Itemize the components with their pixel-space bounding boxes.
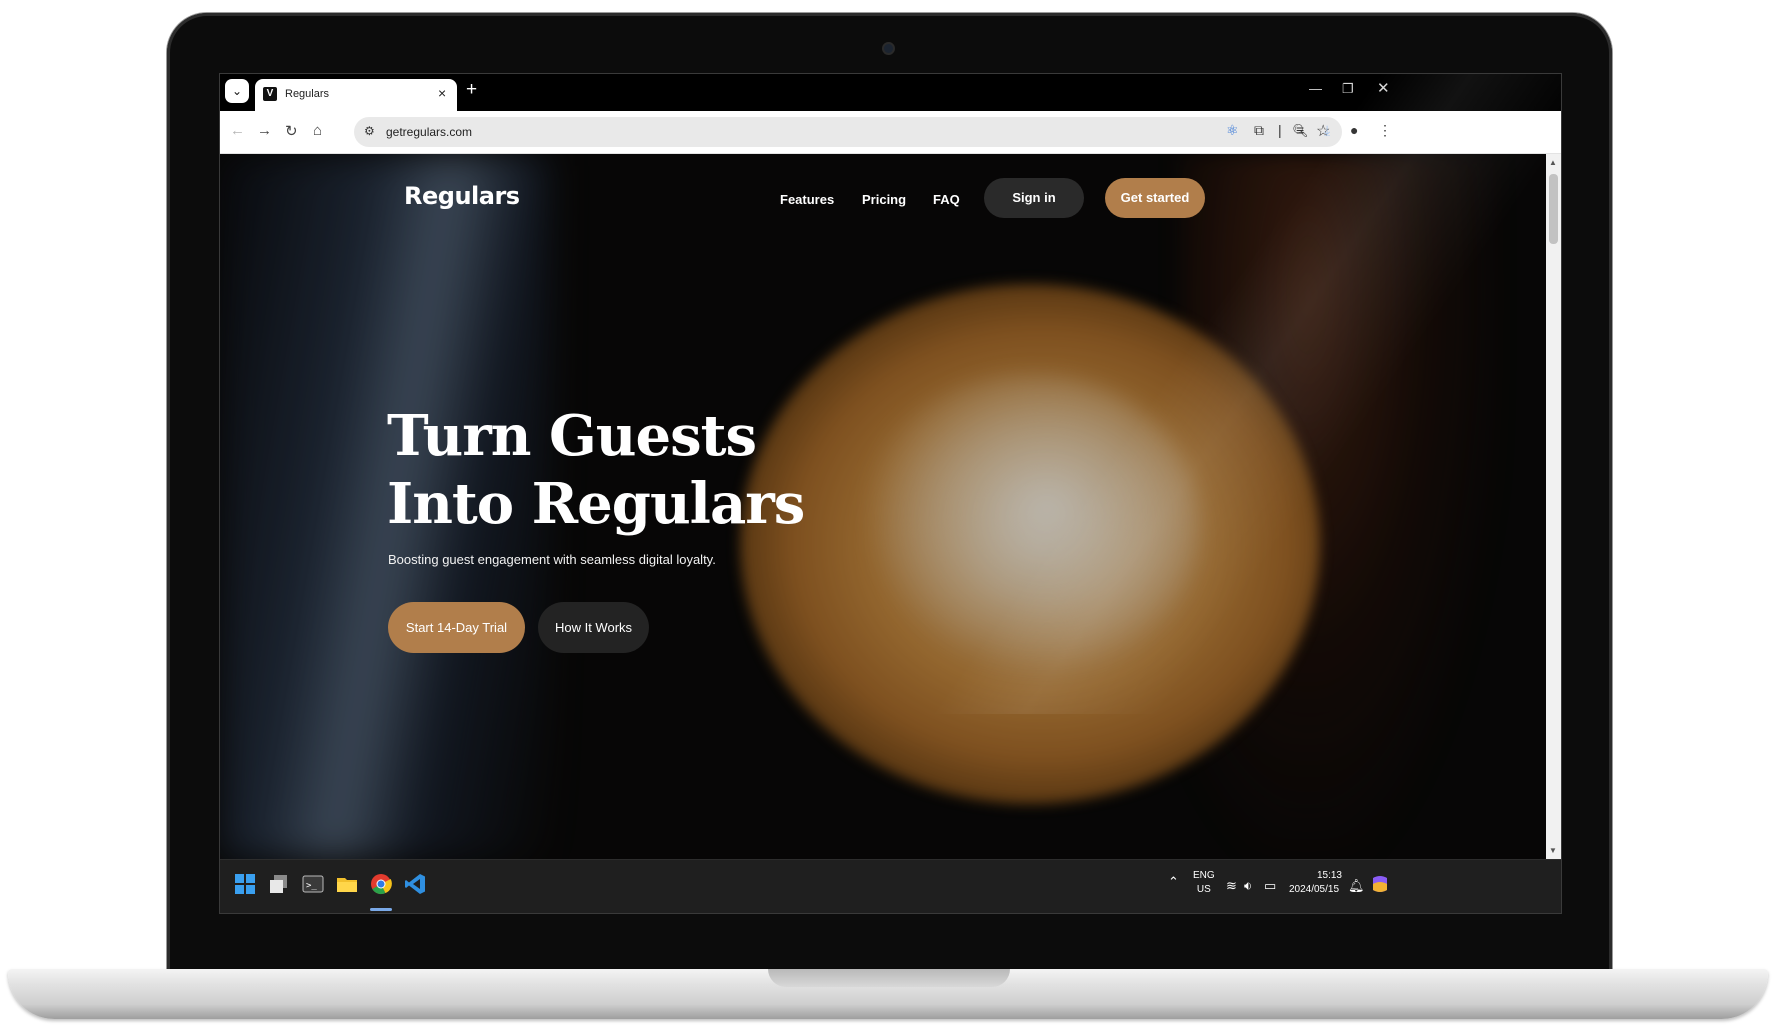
- back-icon[interactable]: ←: [230, 122, 245, 139]
- scroll-thumb[interactable]: [1549, 174, 1558, 244]
- hero-title-line1: Turn Guests: [387, 403, 757, 469]
- task-view-icon[interactable]: [268, 873, 292, 897]
- how-it-works-button[interactable]: How It Works: [538, 602, 649, 653]
- terminal-icon[interactable]: >_: [302, 873, 326, 897]
- react-devtools-icon[interactable]: ⚛: [1226, 122, 1239, 139]
- url-text[interactable]: getregulars.com: [386, 125, 472, 139]
- site-info-icon[interactable]: ⚙: [364, 124, 375, 138]
- webcam-icon: [884, 44, 893, 53]
- taskbar: >_ ⌃ ENG US ≋ 🔉︎ ▭ 15:13 2024/05/15 🔔︎: [220, 859, 1561, 913]
- sign-in-button[interactable]: Sign in: [984, 178, 1084, 218]
- home-icon[interactable]: ⌂: [313, 122, 322, 139]
- hero-title: Turn Guests Into Regulars: [387, 402, 805, 538]
- language-line2: US: [1196, 884, 1211, 895]
- file-explorer-icon[interactable]: [336, 873, 360, 897]
- get-started-button[interactable]: Get started: [1105, 178, 1205, 218]
- hero-subtitle: Boosting guest engagement with seamless …: [388, 552, 716, 567]
- restore-icon[interactable]: ❐: [1342, 81, 1354, 97]
- notification-bell-icon[interactable]: 🔔︎: [1348, 878, 1365, 894]
- profile-avatar[interactable]: ●: [1350, 122, 1358, 138]
- language-line1: ENG: [1193, 870, 1215, 881]
- tray-overflow-icon[interactable]: ⌃: [1168, 874, 1179, 890]
- extensions-icon[interactable]: ⧉: [1254, 122, 1264, 139]
- toolbar-divider: |: [1278, 122, 1282, 138]
- wifi-icon[interactable]: ≋: [1226, 878, 1237, 894]
- active-app-indicator: [370, 908, 392, 911]
- reload-icon[interactable]: ↻: [285, 122, 298, 140]
- page-viewport: Regulars Features Pricing FAQ Sign in Ge…: [220, 154, 1546, 859]
- volume-icon[interactable]: 🔉︎: [1244, 878, 1252, 894]
- window-close-icon[interactable]: ✕: [1377, 79, 1390, 97]
- clock-time: 15:13: [1316, 870, 1342, 881]
- hero-title-line2: Into Regulars: [387, 471, 805, 537]
- reading-list-icon[interactable]: ≡: [1296, 122, 1304, 138]
- windows-start-icon[interactable]: [234, 873, 258, 897]
- browser-toolbar: ← → ↻ ⌂ ⚙ getregulars.com 🔍︎ ☆ ⚛ ⧉ | ≡ ⤓…: [220, 111, 1561, 154]
- nav-faq[interactable]: FAQ: [933, 192, 960, 207]
- scroll-up-icon[interactable]: ▲: [1549, 158, 1557, 167]
- start-trial-button[interactable]: Start 14-Day Trial: [388, 602, 525, 653]
- clock-date: 2024/05/15: [1288, 884, 1340, 895]
- page-scrollbar[interactable]: ▲ ▼: [1546, 154, 1561, 859]
- nav-pricing[interactable]: Pricing: [862, 192, 906, 207]
- laptop-hinge-notch: [768, 969, 1010, 987]
- new-tab-button[interactable]: +: [466, 79, 477, 101]
- forward-icon[interactable]: →: [257, 122, 272, 139]
- tab-close-icon[interactable]: ×: [438, 85, 446, 101]
- tab-favicon-icon: V: [263, 87, 277, 101]
- scroll-down-icon[interactable]: ▼: [1549, 846, 1557, 855]
- browser-tabstrip: ⌄ V Regulars × + — ❐ ✕: [220, 74, 1561, 111]
- address-bar[interactable]: ⚙ getregulars.com 🔍︎ ☆: [354, 117, 1342, 147]
- browser-tab[interactable]: V Regulars ×: [255, 79, 457, 111]
- menu-kebab-icon[interactable]: ⋮: [1378, 122, 1392, 139]
- language-indicator[interactable]: ENG US: [1193, 869, 1215, 897]
- svg-text:>_: >_: [306, 881, 317, 891]
- copilot-icon[interactable]: [1370, 874, 1394, 898]
- nav-features[interactable]: Features: [780, 192, 834, 207]
- screen: ⌄ V Regulars × + — ❐ ✕ ← → ↻ ⌂ ⚙ getregu…: [219, 73, 1562, 914]
- download-icon[interactable]: ⤓: [1324, 122, 1330, 139]
- chrome-icon[interactable]: [370, 873, 394, 897]
- site-logo[interactable]: Regulars: [404, 182, 520, 210]
- vscode-icon[interactable]: [404, 873, 428, 897]
- battery-icon[interactable]: ▭: [1264, 878, 1276, 894]
- clock[interactable]: 15:13 2024/05/15: [1286, 869, 1342, 897]
- tab-search-icon[interactable]: ⌄: [225, 79, 249, 103]
- tab-title: Regulars: [285, 88, 330, 100]
- minimize-icon[interactable]: —: [1309, 81, 1322, 96]
